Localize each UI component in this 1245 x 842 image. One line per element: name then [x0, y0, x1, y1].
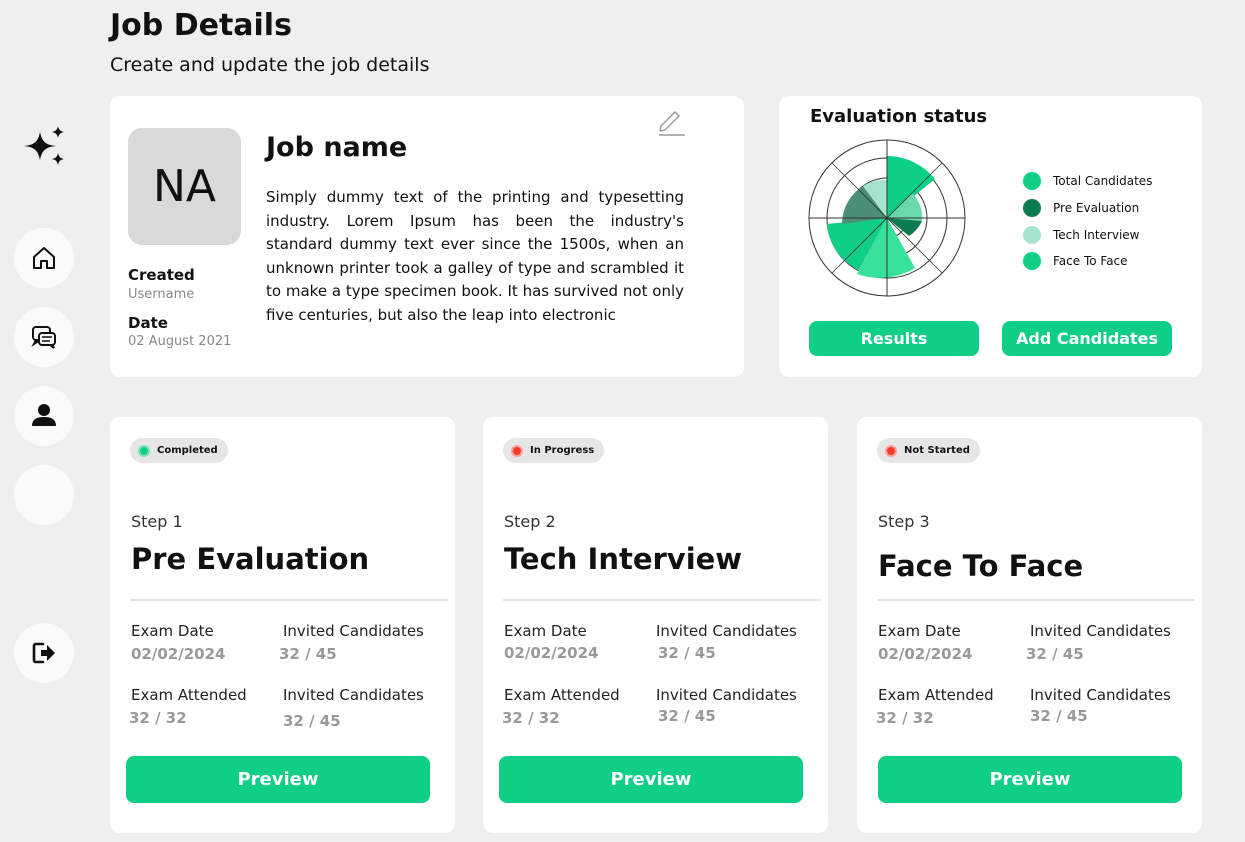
preview-button[interactable]: Preview [499, 756, 803, 803]
legend-item: Tech Interview [1023, 221, 1152, 248]
status-badge: In Progress [503, 438, 605, 463]
edit-icon[interactable] [655, 104, 687, 136]
date-label: Date [128, 314, 168, 332]
step-card: Not Started Step 3 Face To Face Exam Dat… [857, 417, 1202, 833]
invited-value: 32 / 45 [658, 644, 716, 662]
status-dot [138, 444, 150, 457]
job-name: Job name [266, 132, 408, 163]
status-dot [511, 444, 523, 457]
invited-value: 32 / 45 [283, 712, 341, 730]
invited-value: 32 / 45 [1030, 707, 1088, 725]
preview-button[interactable]: Preview [878, 756, 1182, 803]
exam-attended-value: 32 / 32 [502, 709, 560, 727]
exam-attended-label: Exam Attended [131, 686, 247, 704]
invited-label: Invited Candidates [283, 622, 424, 640]
preview-button[interactable]: Preview [126, 756, 430, 803]
step-number: Step 2 [504, 512, 556, 531]
exam-date-value: 02/02/2024 [504, 644, 599, 662]
status-label: Completed [157, 445, 218, 456]
exam-date-value: 02/02/2024 [131, 645, 226, 663]
results-button[interactable]: Results [809, 321, 979, 356]
step-name: Pre Evaluation [131, 542, 370, 576]
exam-attended-value: 32 / 32 [876, 709, 934, 727]
legend-label: Face To Face [1053, 254, 1128, 269]
step-card: In Progress Step 2 Tech Interview Exam D… [483, 417, 828, 833]
sidebar-item-home[interactable] [14, 228, 74, 288]
sidebar-item-profile[interactable] [14, 386, 74, 446]
page-subtitle: Create and update the job details [110, 54, 430, 76]
exam-attended-label: Exam Attended [878, 686, 994, 704]
status-badge: Completed [130, 438, 228, 463]
user-icon [32, 404, 56, 426]
page-title: Job Details [110, 8, 292, 43]
invited-label: Invited Candidates [1030, 622, 1171, 640]
legend-item: Pre Evaluation [1023, 195, 1152, 222]
evaluation-polar-chart [808, 139, 966, 297]
invited-value: 32 / 45 [658, 707, 716, 725]
status-badge: Not Started [877, 438, 980, 463]
logout-icon [32, 642, 55, 664]
sidebar-item-logout[interactable] [14, 623, 74, 683]
legend-dot [1023, 225, 1041, 244]
legend-dot [1023, 199, 1041, 218]
date-value: 02 August 2021 [128, 334, 232, 349]
legend-item: Face To Face [1023, 248, 1152, 275]
sidebar-item-empty[interactable] [14, 465, 74, 525]
status-label: Not Started [904, 445, 970, 456]
exam-date-label: Exam Date [504, 622, 587, 640]
step-name: Face To Face [878, 549, 1084, 583]
invited-label: Invited Candidates [283, 686, 424, 704]
legend-dot [1023, 172, 1041, 191]
evaluation-legend: Total Candidates Pre Evaluation Tech Int… [1023, 168, 1152, 275]
divider [877, 599, 1195, 601]
created-value: Username [128, 287, 195, 302]
sidebar-item-messages[interactable] [14, 307, 74, 367]
step-number: Step 1 [131, 512, 183, 531]
status-dot [885, 444, 897, 457]
invited-label: Invited Candidates [656, 622, 797, 640]
divider [503, 599, 821, 601]
invited-value: 32 / 45 [1026, 645, 1084, 663]
exam-attended-value: 32 / 32 [129, 709, 187, 727]
chat-icon [31, 326, 56, 349]
exam-attended-label: Exam Attended [504, 686, 620, 704]
legend-label: Tech Interview [1053, 227, 1140, 242]
invited-label: Invited Candidates [656, 686, 797, 704]
created-label: Created [128, 266, 195, 284]
add-candidates-button[interactable]: Add Candidates [1002, 321, 1172, 356]
evaluation-card: Evaluation status Total Candidates Pre E… [779, 96, 1202, 377]
legend-dot [1023, 252, 1041, 271]
divider [130, 599, 448, 601]
step-card: Completed Step 1 Pre Evaluation Exam Dat… [110, 417, 455, 833]
evaluation-title: Evaluation status [810, 106, 988, 127]
sparkle-icon[interactable] [22, 124, 68, 168]
status-label: In Progress [530, 445, 595, 456]
legend-item: Total Candidates [1023, 168, 1152, 195]
home-icon [33, 247, 55, 269]
step-name: Tech Interview [504, 542, 743, 576]
invited-label: Invited Candidates [1030, 686, 1171, 704]
step-number: Step 3 [878, 512, 930, 531]
job-description: Simply dummy text of the printing and ty… [266, 188, 684, 324]
job-card: NA Created Username Date 02 August 2021 … [110, 96, 744, 377]
legend-label: Pre Evaluation [1053, 201, 1140, 216]
exam-date-label: Exam Date [878, 622, 961, 640]
job-avatar: NA [128, 128, 241, 245]
legend-label: Total Candidates [1053, 174, 1153, 189]
exam-date-label: Exam Date [131, 622, 214, 640]
invited-value: 32 / 45 [279, 645, 337, 663]
exam-date-value: 02/02/2024 [878, 645, 973, 663]
